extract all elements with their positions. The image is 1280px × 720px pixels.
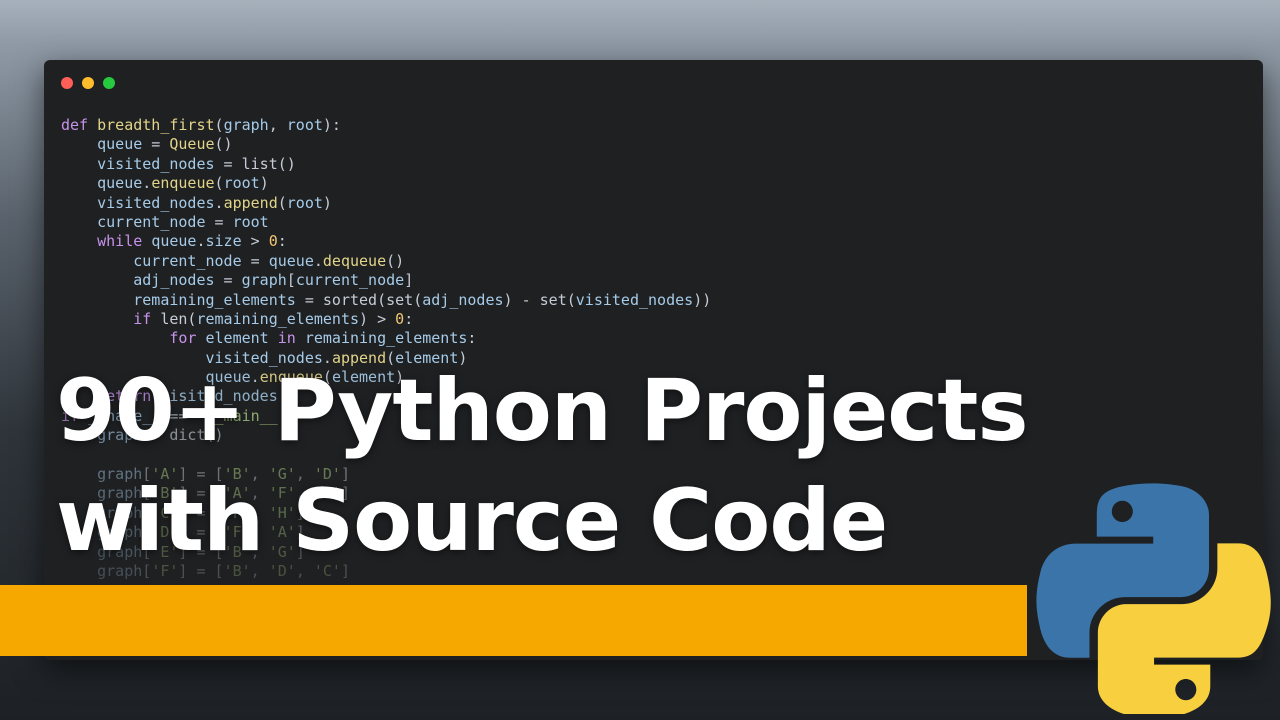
code-line: if len(remaining_elements) > 0: — [61, 310, 711, 329]
code-token: > — [241, 232, 269, 251]
code-token: queue — [268, 251, 314, 270]
title-line-1: 90+ Python Projects — [56, 361, 1029, 461]
code-token: current_node — [133, 251, 242, 270]
code-token: adj_nodes — [422, 290, 504, 309]
code-token: root — [223, 174, 260, 193]
code-token: ) — [322, 193, 332, 212]
code-token: queue — [97, 135, 143, 154]
code-token: ( — [214, 116, 224, 134]
code-token: Queue — [169, 135, 215, 154]
code-token: 0 — [268, 232, 278, 251]
code-token: def — [61, 116, 98, 134]
code-token: ) > — [359, 309, 396, 328]
code-token: in — [277, 329, 305, 348]
code-token: = list() — [214, 154, 296, 173]
code-token: ] — [404, 271, 414, 290]
code-token: = — [241, 251, 269, 270]
code-line: current_node = root — [61, 213, 711, 232]
code-token: breadth_first — [97, 116, 215, 134]
code-token: ) - set( — [503, 290, 576, 309]
code-token: : — [277, 232, 287, 251]
accent-banner — [0, 585, 1027, 656]
code-token: adj_nodes — [133, 271, 215, 290]
code-token: . — [313, 251, 323, 270]
code-token: [ — [286, 271, 296, 290]
code-token: queue — [151, 232, 197, 251]
code-token: )) — [693, 290, 712, 309]
code-token: root — [286, 193, 323, 212]
code-token: root — [286, 116, 323, 134]
code-token: : — [404, 309, 414, 328]
page-title: 90+ Python Projects with Source Code — [56, 356, 1029, 576]
code-line: visited_nodes = list() — [61, 155, 711, 174]
code-token: append — [223, 193, 278, 212]
minimize-window-dot[interactable] — [82, 77, 94, 89]
code-token: len( — [160, 309, 197, 328]
code-token: if — [133, 309, 161, 328]
maximize-window-dot[interactable] — [103, 77, 115, 89]
code-token: = — [142, 135, 170, 154]
code-token: visited_nodes — [97, 193, 215, 212]
code-token: queue — [97, 174, 143, 193]
code-line: visited_nodes.append(root) — [61, 194, 711, 213]
code-line: while queue.size > 0: — [61, 232, 711, 251]
code-line: def breadth_first(graph, root): — [61, 116, 711, 135]
code-line: remaining_elements = sorted(set(adj_node… — [61, 291, 711, 310]
code-token: , — [268, 116, 287, 134]
title-line-2: with Source Code — [56, 471, 888, 571]
code-line: queue.enqueue(root) — [61, 174, 711, 193]
code-token: = — [214, 271, 242, 290]
code-token: graph — [223, 116, 269, 134]
code-token: = — [205, 212, 233, 231]
code-token: root — [232, 212, 269, 231]
code-token: . — [196, 232, 206, 251]
code-token: ): — [322, 116, 341, 134]
code-token: dequeue — [322, 251, 387, 270]
code-token: visited_nodes — [575, 290, 694, 309]
code-token: . — [142, 174, 152, 193]
code-token: ) — [259, 174, 269, 193]
code-token: element — [205, 329, 278, 348]
code-token: remaining_elements — [304, 329, 468, 348]
code-token: () — [386, 251, 405, 270]
code-token: remaining_elements — [133, 290, 296, 309]
code-token: remaining_elements — [196, 309, 360, 328]
code-token: graph — [241, 271, 287, 290]
code-line: adj_nodes = graph[current_node] — [61, 271, 711, 290]
code-token: for — [169, 329, 206, 348]
code-token: () — [214, 135, 233, 154]
code-token: current_node — [295, 271, 405, 290]
code-token: . — [214, 193, 224, 212]
window-controls — [61, 77, 115, 89]
code-token: size — [205, 232, 242, 251]
close-window-dot[interactable] — [61, 77, 73, 89]
code-token: = sorted(set( — [295, 290, 423, 309]
code-line: queue = Queue() — [61, 135, 711, 154]
code-line: current_node = queue.dequeue() — [61, 252, 711, 271]
code-token: visited_nodes — [97, 154, 215, 173]
code-token: ( — [214, 174, 224, 193]
code-token: while — [97, 232, 152, 251]
code-token: enqueue — [151, 174, 215, 193]
code-token: current_node — [97, 212, 206, 231]
python-logo-icon — [1036, 483, 1271, 714]
code-token: ( — [277, 193, 287, 212]
code-token: 0 — [395, 309, 405, 328]
code-line: for element in remaining_elements: — [61, 329, 711, 348]
code-token: : — [467, 329, 477, 348]
